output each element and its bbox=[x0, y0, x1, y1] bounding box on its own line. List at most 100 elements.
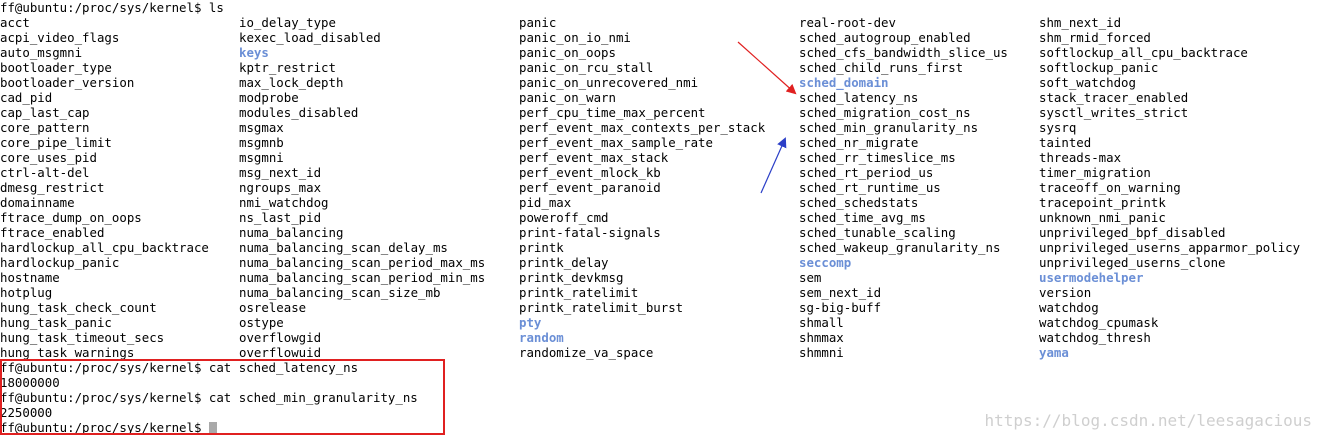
ls-entry-file: modules_disabled bbox=[239, 105, 359, 120]
ls-entry-file: kexec_load_disabled bbox=[239, 30, 381, 45]
ls-entry-file: osrelease bbox=[239, 300, 307, 315]
ls-entry-file: panic_on_oops bbox=[519, 45, 616, 60]
ls-entry-file: sched_nr_migrate bbox=[799, 135, 919, 150]
ls-entry-file: sched_schedstats bbox=[799, 195, 919, 210]
ls-entry-file: ostype bbox=[239, 315, 284, 330]
ls-entry-file: hotplug bbox=[0, 285, 53, 300]
ls-entry-file: threads-max bbox=[1039, 150, 1122, 165]
ls-entry-file: overflowgid bbox=[239, 330, 322, 345]
ls-entry-file: hung_task_panic bbox=[0, 315, 112, 330]
ls-entry-file: perf_event_max_sample_rate bbox=[519, 135, 713, 150]
ls-entry-file: numa_balancing_scan_period_max_ms bbox=[239, 255, 486, 270]
ls-entry-file: poweroff_cmd bbox=[519, 210, 609, 225]
ls-entry-file: auto_msgmni bbox=[0, 45, 83, 60]
ls-entry-file: shm_next_id bbox=[1039, 15, 1122, 30]
ls-entry-file: soft_watchdog bbox=[1039, 75, 1136, 90]
ls-entry-file: panic_on_unrecovered_nmi bbox=[519, 75, 699, 90]
ls-entry-file: printk bbox=[519, 240, 564, 255]
ls-command-line: ff@ubuntu:/proc/sys/kernel$ ls bbox=[0, 0, 224, 15]
ls-entry-file: overflowuid bbox=[239, 345, 322, 360]
ls-entry-file: watchdog_thresh bbox=[1039, 330, 1151, 345]
ls-entry-file: softlockup_panic bbox=[1039, 60, 1159, 75]
ls-entry-file: hardlockup_panic bbox=[0, 255, 120, 270]
ls-entry-file: core_pipe_limit bbox=[0, 135, 112, 150]
ls-entry-file: sched_rt_period_us bbox=[799, 165, 934, 180]
ls-entry-file: sched_latency_ns bbox=[799, 90, 919, 105]
ls-column-3: panic panic_on_io_nmi panic_on_oops panic_o… bbox=[519, 15, 765, 360]
ls-entry-directory: pty bbox=[519, 315, 542, 330]
ls-entry-file: version bbox=[1039, 285, 1092, 300]
ls-entry-file: cap_last_cap bbox=[0, 105, 90, 120]
ls-entry-file: msg_next_id bbox=[239, 165, 322, 180]
ls-entry-file: shmmax bbox=[799, 330, 844, 345]
ls-entry-file: max_lock_depth bbox=[239, 75, 344, 90]
ls-entry-file: printk_ratelimit bbox=[519, 285, 639, 300]
ls-entry-file: acpi_video_flags bbox=[0, 30, 120, 45]
ls-entry-file: dmesg_restrict bbox=[0, 180, 105, 195]
ls-entry-file: sched_rt_runtime_us bbox=[799, 180, 941, 195]
ls-entry-file: randomize_va_space bbox=[519, 345, 654, 360]
ls-entry-file: ngroups_max bbox=[239, 180, 322, 195]
ls-entry-file: sg-big-buff bbox=[799, 300, 882, 315]
ls-entry-file: ns_last_pid bbox=[239, 210, 322, 225]
ls-entry-file: panic bbox=[519, 15, 557, 30]
ls-entry-file: perf_event_max_stack bbox=[519, 150, 669, 165]
ls-entry-file: softlockup_all_cpu_backtrace bbox=[1039, 45, 1248, 60]
ls-entry-file: shmall bbox=[799, 315, 844, 330]
ls-entry-file: numa_balancing_scan_size_mb bbox=[239, 285, 441, 300]
ls-entry-file: tainted bbox=[1039, 135, 1092, 150]
ls-entry-file: msgmnb bbox=[239, 135, 284, 150]
ls-entry-file: printk_delay bbox=[519, 255, 609, 270]
ls-entry-file: hardlockup_all_cpu_backtrace bbox=[0, 240, 209, 255]
ls-entry-file: sched_migration_cost_ns bbox=[799, 105, 971, 120]
ls-entry-file: panic_on_io_nmi bbox=[519, 30, 631, 45]
ls-entry-file: sched_time_avg_ms bbox=[799, 210, 926, 225]
ls-entry-file: traceoff_on_warning bbox=[1039, 180, 1181, 195]
ls-entry-file: nmi_watchdog bbox=[239, 195, 329, 210]
ls-entry-file: tracepoint_printk bbox=[1039, 195, 1166, 210]
ls-entry-file: numa_balancing_scan_delay_ms bbox=[239, 240, 448, 255]
ls-entry-file: watchdog bbox=[1039, 300, 1099, 315]
ls-entry-file: hung_task_timeout_secs bbox=[0, 330, 165, 345]
ls-column-1: acct acpi_video_flags auto_msgmni bootloade… bbox=[0, 15, 209, 360]
ls-entry-file: printk_ratelimit_burst bbox=[519, 300, 684, 315]
ls-entry-file: panic_on_rcu_stall bbox=[519, 60, 654, 75]
ls-entry-file: sched_rr_timeslice_ms bbox=[799, 150, 956, 165]
ls-entry-file: ftrace_enabled bbox=[0, 225, 105, 240]
ls-entry-file: acct bbox=[0, 15, 30, 30]
ls-entry-file: unprivileged_userns_apparmor_policy bbox=[1039, 240, 1301, 255]
ls-entry-file: watchdog_cpumask bbox=[1039, 315, 1159, 330]
ls-entry-directory: yama bbox=[1039, 345, 1069, 360]
ls-entry-file: sched_wakeup_granularity_ns bbox=[799, 240, 1001, 255]
ls-entry-file: timer_migration bbox=[1039, 165, 1151, 180]
ls-entry-file: kptr_restrict bbox=[239, 60, 336, 75]
ls-entry-file: modprobe bbox=[239, 90, 299, 105]
ls-entry-file: sysctl_writes_strict bbox=[1039, 105, 1189, 120]
ls-entry-file: numa_balancing bbox=[239, 225, 344, 240]
ls-entry-file: perf_cpu_time_max_percent bbox=[519, 105, 706, 120]
ls-entry-directory: usermodehelper bbox=[1039, 270, 1144, 285]
ls-entry-file: unprivileged_bpf_disabled bbox=[1039, 225, 1226, 240]
ls-column-2: io_delay_type kexec_load_disabled keys kptr… bbox=[239, 15, 485, 360]
ls-entry-file: unprivileged_userns_clone bbox=[1039, 255, 1226, 270]
ls-column-4: real-root-dev sched_autogroup_enabled sche… bbox=[799, 15, 1008, 360]
ls-entry-file: hung_task_check_count bbox=[0, 300, 157, 315]
ls-column-5: shm_next_id shm_rmid_forced softlockup_all… bbox=[1039, 15, 1300, 360]
ls-entry-file: perf_event_max_contexts_per_stack bbox=[519, 120, 766, 135]
ls-entry-file: io_delay_type bbox=[239, 15, 336, 30]
ls-entry-file: real-root-dev bbox=[799, 15, 896, 30]
terminal-window[interactable]: ff@ubuntu:/proc/sys/kernel$ ls acct acpi_… bbox=[0, 0, 1324, 441]
ls-entry-file: core_uses_pid bbox=[0, 150, 97, 165]
ls-entry-file: ftrace_dump_on_oops bbox=[0, 210, 142, 225]
ls-entry-file: sched_min_granularity_ns bbox=[799, 120, 979, 135]
ls-entry-directory: sched_domain bbox=[799, 75, 889, 90]
ls-entry-file: sched_child_runs_first bbox=[799, 60, 964, 75]
ls-entry-file: numa_balancing_scan_period_min_ms bbox=[239, 270, 486, 285]
ls-entry-file: sched_cfs_bandwidth_slice_us bbox=[799, 45, 1008, 60]
ls-entry-file: hung_task_warnings bbox=[0, 345, 135, 360]
ls-entry-file: shm_rmid_forced bbox=[1039, 30, 1151, 45]
ls-entry-file: printk_devkmsg bbox=[519, 270, 624, 285]
highlight-box bbox=[0, 359, 445, 435]
ls-entry-file: ctrl-alt-del bbox=[0, 165, 90, 180]
ls-entry-file: msgmax bbox=[239, 120, 284, 135]
